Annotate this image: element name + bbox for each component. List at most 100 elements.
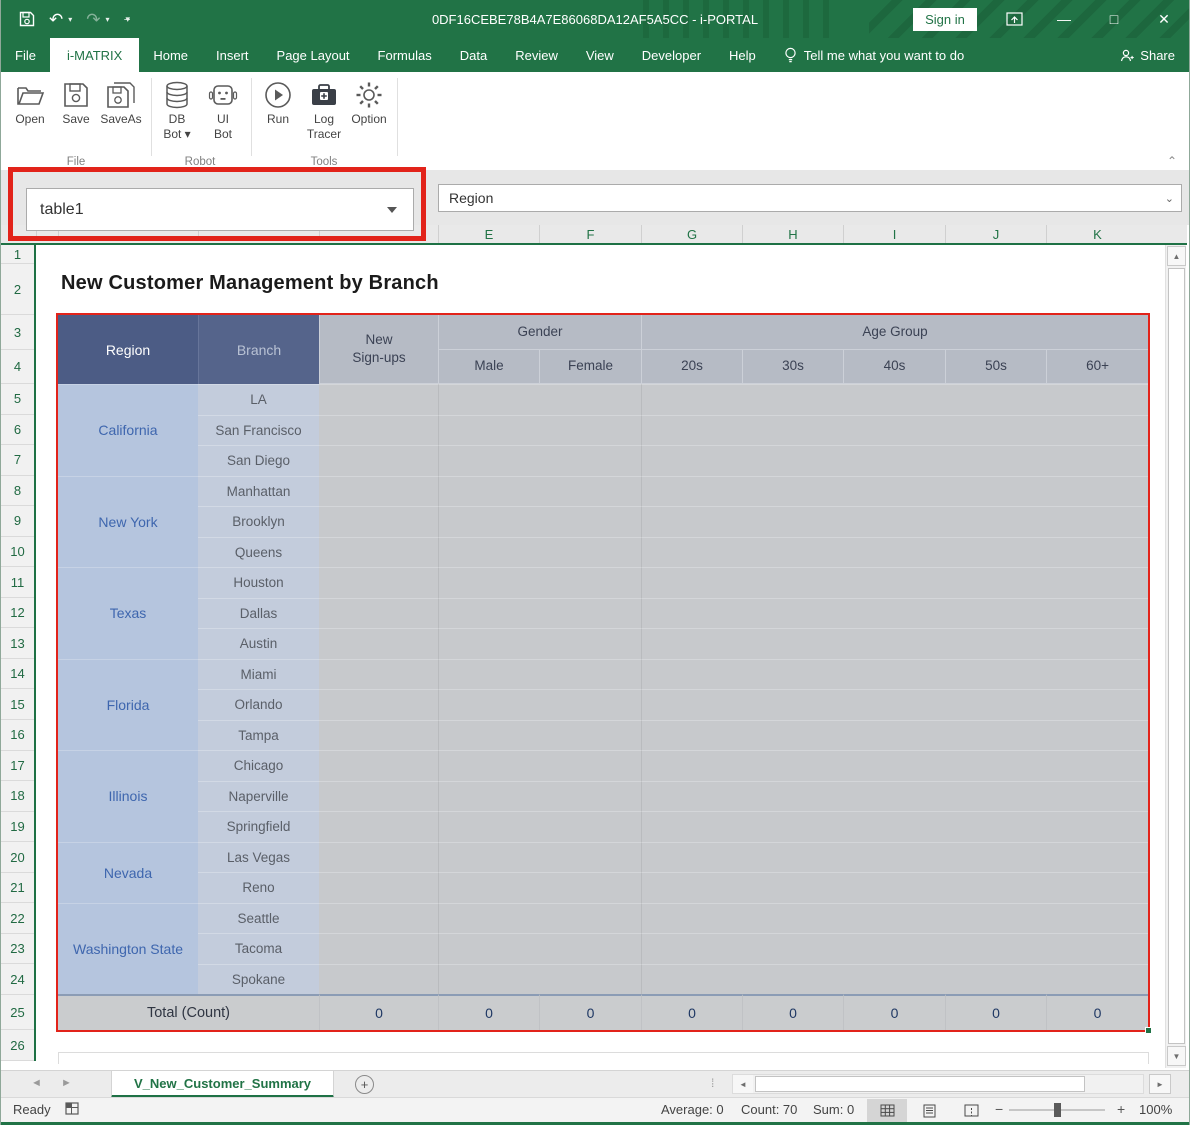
header-50s[interactable]: 50s <box>945 350 1046 384</box>
row-header-5[interactable]: 5 <box>1 384 34 415</box>
status-sum[interactable]: Sum: 0 <box>813 1102 854 1117</box>
db-bot-button[interactable]: DB Bot ▾ <box>154 78 200 142</box>
row-header-6[interactable]: 6 <box>1 415 34 446</box>
page-layout-view-button[interactable] <box>909 1099 949 1122</box>
column-header-E[interactable]: E <box>438 225 539 243</box>
scroll-left-icon[interactable]: ◄ <box>733 1075 753 1093</box>
header-gender[interactable]: Gender <box>438 315 641 350</box>
region-cell[interactable]: New York <box>58 476 198 568</box>
tell-me-box[interactable]: Tell me what you want to do <box>770 38 978 72</box>
sheet-nav-right-icon[interactable]: ► <box>61 1077 72 1089</box>
row-header-23[interactable]: 23 <box>1 934 34 965</box>
open-button[interactable]: Open <box>7 78 53 127</box>
total-cell[interactable]: 0 <box>1046 994 1148 1030</box>
branch-cell[interactable]: San Francisco <box>198 415 319 446</box>
branch-cell[interactable]: Queens <box>198 537 319 568</box>
total-label-cell[interactable]: Total (Count) <box>58 994 319 1030</box>
signups-cell[interactable] <box>319 384 438 415</box>
zoom-in-icon[interactable]: + <box>1117 1101 1125 1117</box>
branch-cell[interactable]: Brooklyn <box>198 506 319 537</box>
row-header-18[interactable]: 18 <box>1 781 34 812</box>
column-header-F[interactable]: F <box>539 225 641 243</box>
maximize-button[interactable]: □ <box>1089 0 1139 38</box>
saveas-button[interactable]: SaveAs <box>98 78 144 127</box>
column-header-H[interactable]: H <box>742 225 843 243</box>
total-cell[interactable]: 0 <box>945 994 1046 1030</box>
name-box-combobox[interactable]: table1 <box>26 188 414 231</box>
tab-review[interactable]: Review <box>501 38 572 72</box>
gender-cell[interactable] <box>438 384 641 415</box>
save-icon[interactable] <box>19 11 35 27</box>
header-20s[interactable]: 20s <box>641 350 742 384</box>
branch-cell[interactable]: Miami <box>198 659 319 690</box>
header-new-signups[interactable]: New Sign-ups <box>319 315 438 384</box>
branch-cell[interactable]: Chicago <box>198 750 319 781</box>
horizontal-scrollbar-thumb[interactable] <box>755 1076 1085 1092</box>
tab-developer[interactable]: Developer <box>628 38 715 72</box>
total-cell[interactable]: 0 <box>843 994 945 1030</box>
vertical-scrollbar[interactable]: ▲ ▼ <box>1165 245 1186 1068</box>
branch-cell[interactable]: Las Vegas <box>198 842 319 873</box>
header-60plus[interactable]: 60+ <box>1046 350 1148 384</box>
field-select[interactable]: Region ⌄ <box>438 184 1182 212</box>
total-cell[interactable]: 0 <box>742 994 843 1030</box>
branch-cell[interactable]: Reno <box>198 872 319 903</box>
row-header-21[interactable]: 21 <box>1 873 34 904</box>
region-cell[interactable]: Texas <box>58 567 198 659</box>
dropdown-arrow-icon[interactable] <box>387 207 397 213</box>
row-header-11[interactable]: 11 <box>1 567 34 598</box>
branch-cell[interactable]: San Diego <box>198 445 319 476</box>
tab-insert[interactable]: Insert <box>202 38 263 72</box>
selection-handle[interactable] <box>1145 1027 1152 1034</box>
branch-cell[interactable]: Orlando <box>198 689 319 720</box>
sheet-tab[interactable]: V_New_Customer_Summary <box>111 1071 334 1098</box>
page-break-view-button[interactable] <box>951 1099 991 1122</box>
column-header-I[interactable]: I <box>843 225 945 243</box>
minimize-button[interactable]: — <box>1039 0 1089 38</box>
branch-cell[interactable]: Tampa <box>198 720 319 751</box>
row-header-1[interactable]: 1 <box>1 245 34 264</box>
sheet-grid[interactable]: 1234567891011121314151617181920212223242… <box>1 245 1187 1070</box>
zoom-slider-thumb[interactable] <box>1054 1103 1061 1117</box>
tab-file[interactable]: File <box>1 38 50 72</box>
row-header-8[interactable]: 8 <box>1 476 34 507</box>
column-header-G[interactable]: G <box>641 225 742 243</box>
header-30s[interactable]: 30s <box>742 350 843 384</box>
share-button[interactable]: Share <box>1120 38 1175 72</box>
row-header-4[interactable]: 4 <box>1 350 34 384</box>
header-region[interactable]: Region <box>58 315 198 384</box>
ribbon-display-options-icon[interactable] <box>989 0 1039 38</box>
scroll-right-icon[interactable]: ► <box>1149 1074 1171 1094</box>
row-header-20[interactable]: 20 <box>1 842 34 873</box>
collapse-ribbon-icon[interactable]: ⌃ <box>1167 154 1177 168</box>
row-header-15[interactable]: 15 <box>1 690 34 721</box>
branch-cell[interactable]: Spokane <box>198 964 319 995</box>
branch-cell[interactable]: Austin <box>198 628 319 659</box>
status-average[interactable]: Average: 0 <box>661 1102 724 1117</box>
undo-icon[interactable]: ↶ <box>49 11 63 28</box>
column-header-K[interactable]: K <box>1046 225 1148 243</box>
close-button[interactable]: ✕ <box>1139 0 1189 38</box>
header-female[interactable]: Female <box>539 350 641 384</box>
sheet-nav-left-icon[interactable]: ◄ <box>31 1077 42 1089</box>
row-header-10[interactable]: 10 <box>1 537 34 568</box>
branch-cell[interactable]: LA <box>198 384 319 415</box>
region-cell[interactable]: California <box>58 384 198 476</box>
undo-dropdown-icon[interactable]: ▾ <box>68 15 72 24</box>
branch-cell[interactable]: Springfield <box>198 811 319 842</box>
header-branch[interactable]: Branch <box>198 315 319 384</box>
header-40s[interactable]: 40s <box>843 350 945 384</box>
tab-scrollbar-divider[interactable]: ⁞ <box>711 1076 715 1090</box>
tab-data[interactable]: Data <box>446 38 501 72</box>
branch-cell[interactable]: Manhattan <box>198 476 319 507</box>
branch-cell[interactable]: Dallas <box>198 598 319 629</box>
normal-view-button[interactable] <box>867 1099 907 1122</box>
add-sheet-icon[interactable]: + <box>355 1075 374 1094</box>
vertical-scrollbar-thumb[interactable] <box>1168 268 1185 1044</box>
region-cell[interactable]: Washington State <box>58 903 198 995</box>
region-cell[interactable]: Florida <box>58 659 198 751</box>
row-header-24[interactable]: 24 <box>1 964 34 995</box>
total-cell[interactable]: 0 <box>539 994 641 1030</box>
row-header-25[interactable]: 25 <box>1 995 34 1030</box>
row-header-9[interactable]: 9 <box>1 506 34 537</box>
